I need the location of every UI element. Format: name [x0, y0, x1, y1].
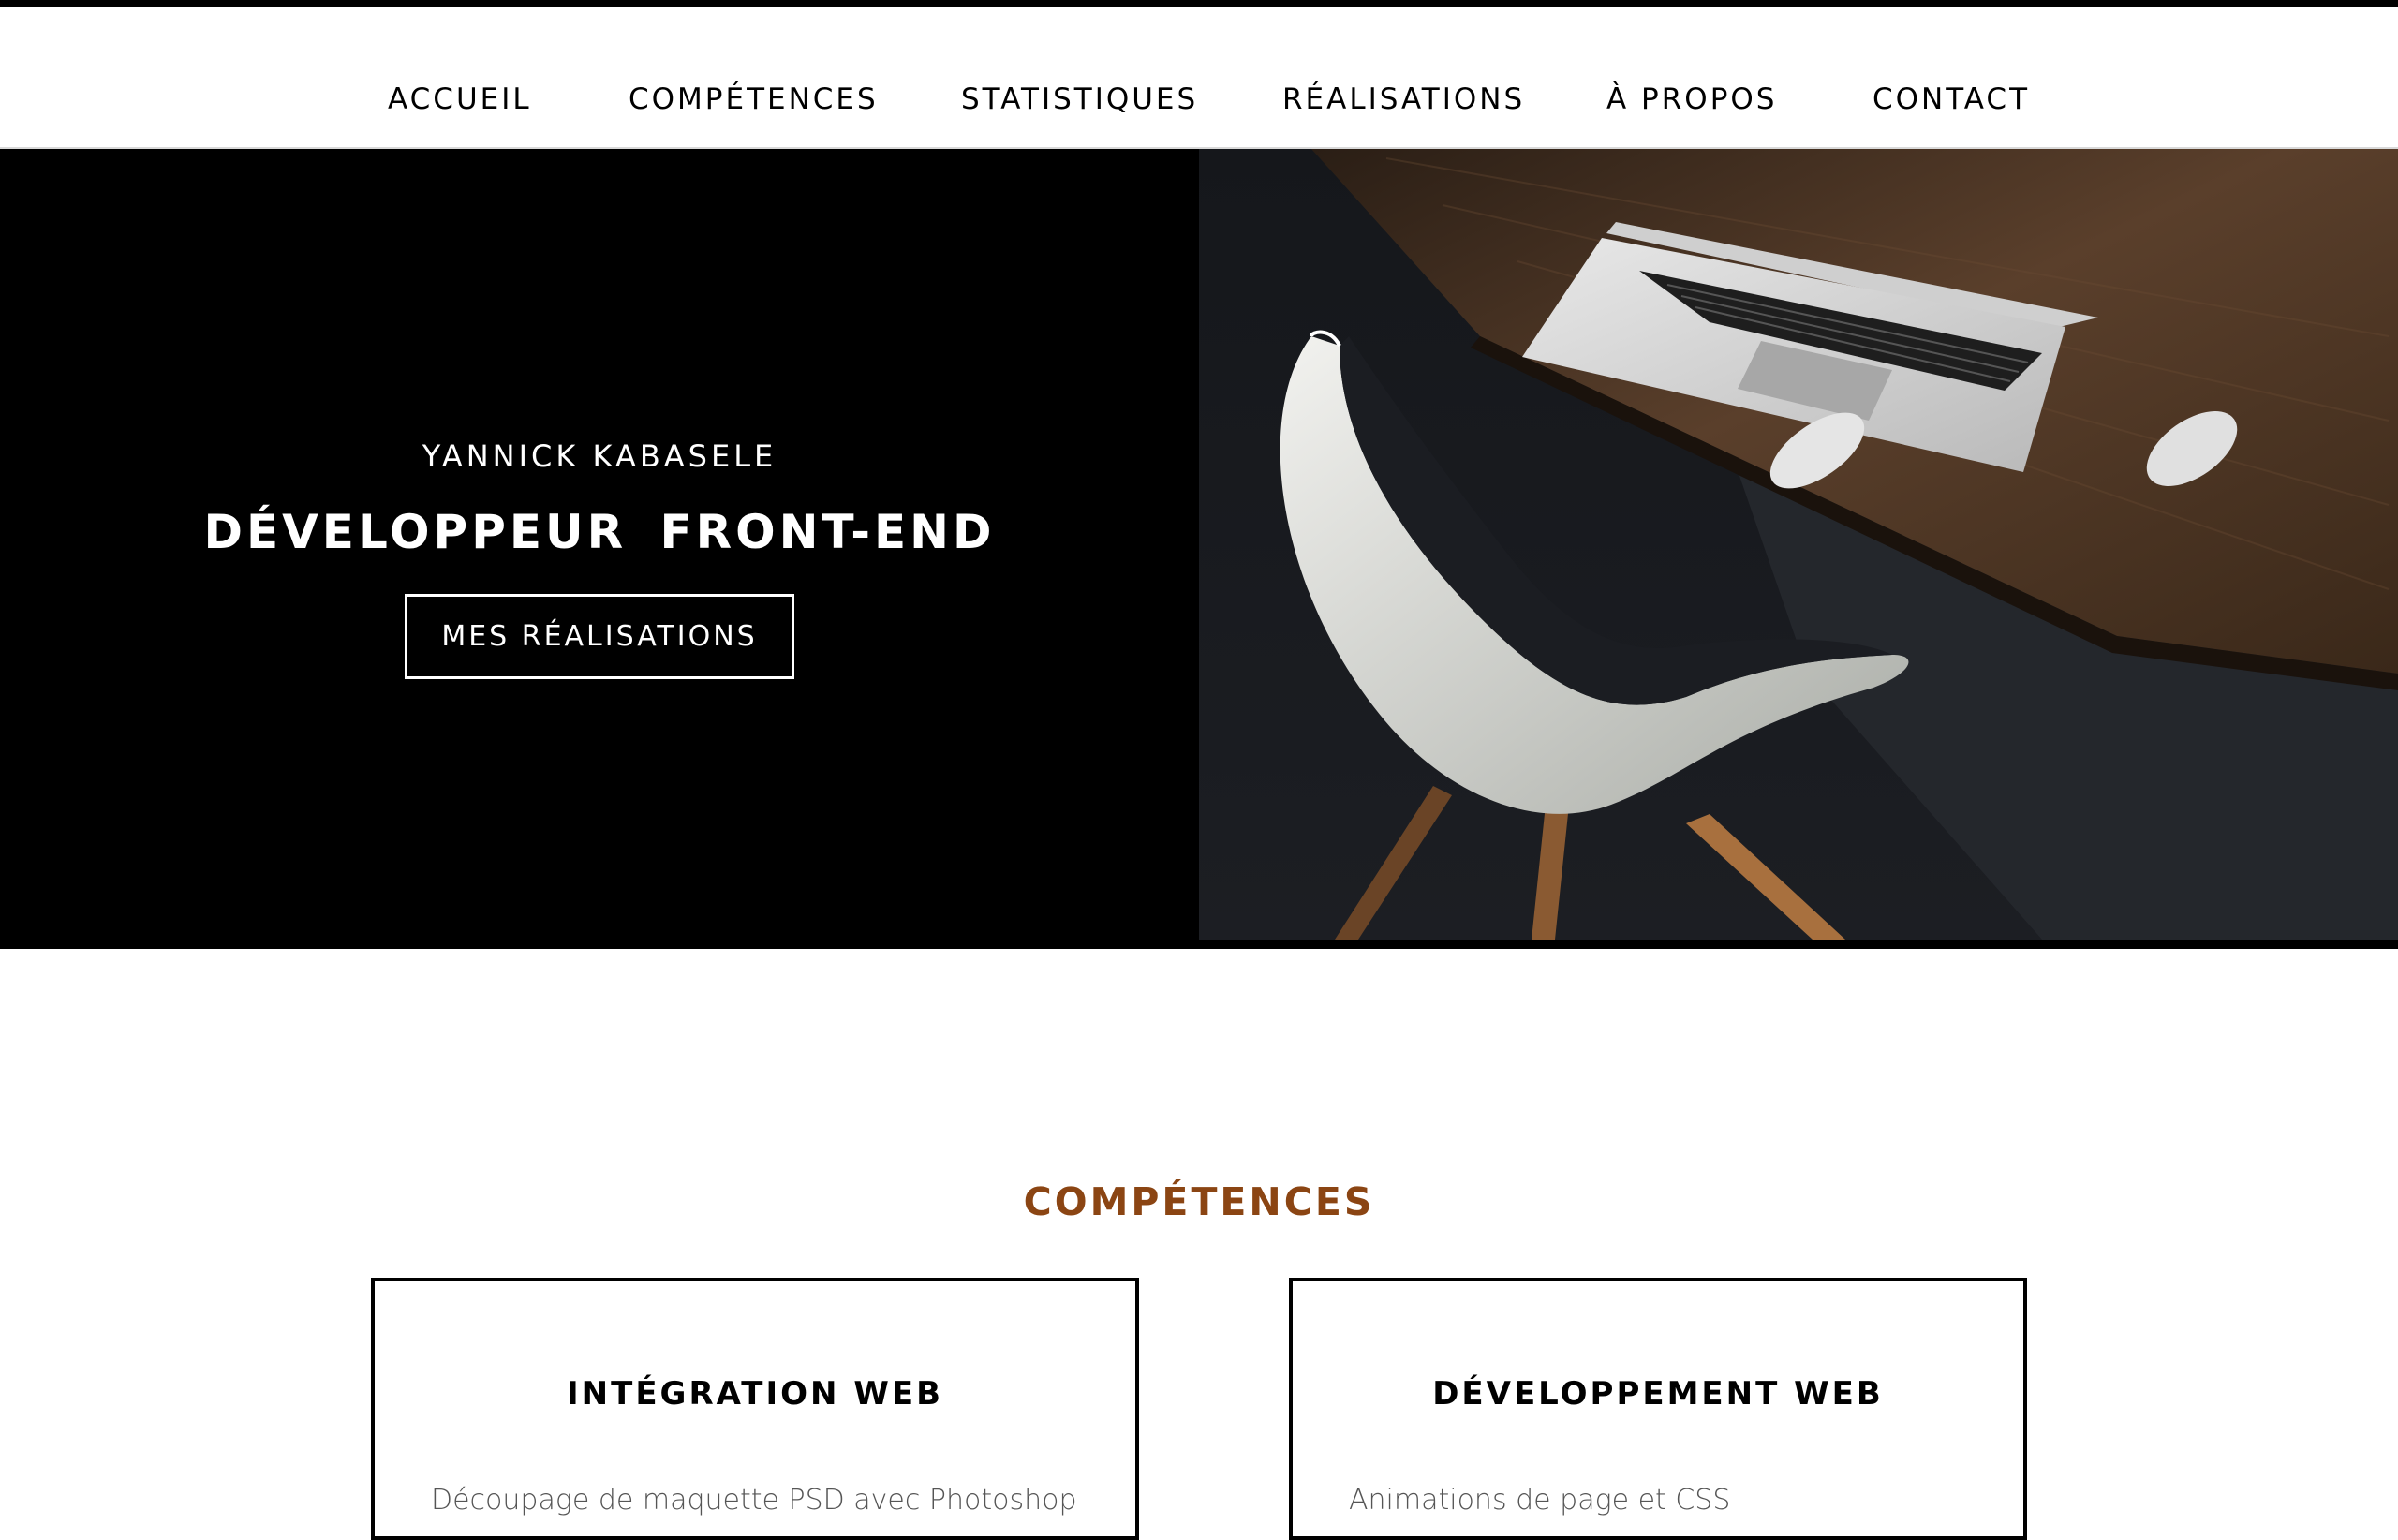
nav-item-competences[interactable]: COMPÉTENCES [629, 82, 879, 116]
nav-item-contact[interactable]: CONTACT [1873, 82, 2030, 116]
top-border-bar [0, 0, 2398, 7]
hero-name: YANNICK KABASELE [422, 438, 777, 474]
desk-chair-laptop-illustration [1199, 149, 2398, 940]
main-navigation: ACCUEIL COMPÉTENCES STATISTIQUES RÉALISA… [0, 7, 2398, 149]
skill-card-text: Découpage de maquette PSD avec Photoshop [431, 1484, 1077, 1517]
nav-item-statistiques[interactable]: STATISTIQUES [961, 82, 1198, 116]
nav-item-realisations[interactable]: RÉALISATIONS [1282, 82, 1525, 116]
skill-card-text: Animations de page et CSS [1349, 1484, 1731, 1517]
skill-card-development: DÉVELOPPEMENT WEB Animations de page et … [1289, 1278, 2027, 1540]
hero-text-panel: YANNICK KABASELE DÉVELOPPEUR FRONT-END M… [0, 149, 1199, 949]
skill-card-title: INTÉGRATION WEB [567, 1375, 943, 1413]
hero-section: YANNICK KABASELE DÉVELOPPEUR FRONT-END M… [0, 149, 2398, 949]
my-projects-button[interactable]: MES RÉALISATIONS [405, 594, 794, 679]
skill-card-integration: INTÉGRATION WEB Découpage de maquette PS… [371, 1278, 1139, 1540]
skills-section-title: COMPÉTENCES [1023, 1179, 1375, 1225]
hero-title: DÉVELOPPEUR FRONT-END [203, 505, 996, 559]
hero-photo [1199, 149, 2398, 940]
skill-card-title: DÉVELOPPEMENT WEB [1432, 1375, 1884, 1413]
nav-item-a-propos[interactable]: À PROPOS [1606, 82, 1777, 116]
nav-item-accueil[interactable]: ACCUEIL [388, 82, 532, 116]
